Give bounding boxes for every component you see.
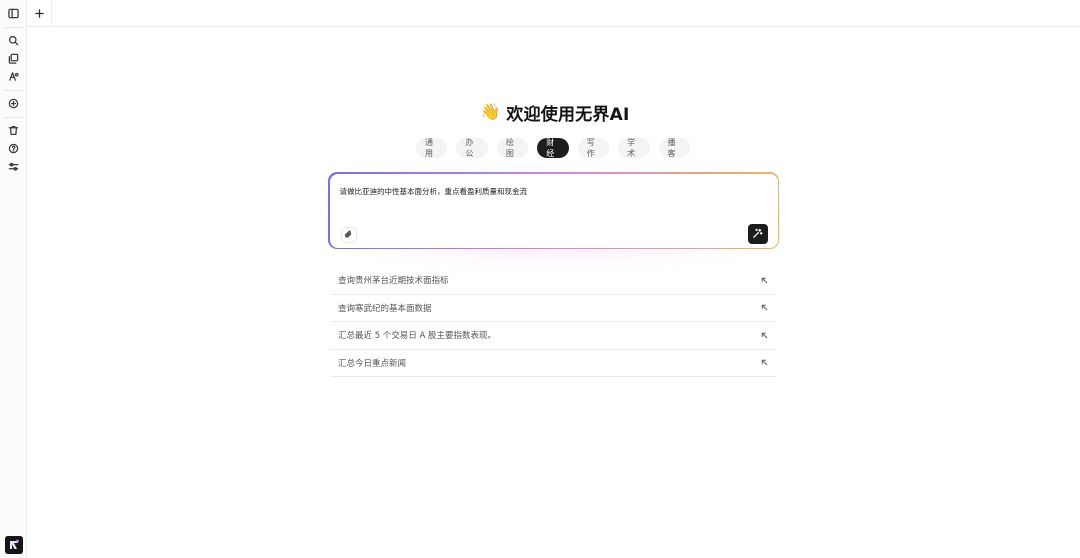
suggestion-item[interactable]: 汇总最近 5 个交易日 A 股主要指数表现。 [330, 322, 776, 350]
send-button[interactable] [747, 223, 768, 244]
copy-icon[interactable] [6, 51, 21, 66]
suggestion-list: 查询贵州茅台近期技术面指标 查询寒武纪的基本面数据 汇总最近 5 个交易日 A … [330, 267, 776, 377]
help-icon[interactable] [6, 141, 21, 156]
sidebar [0, 0, 27, 558]
tab-general[interactable]: 通用 [416, 138, 448, 158]
arrow-up-left-icon [761, 359, 768, 366]
waving-hand-emoji: 👋 [480, 102, 501, 121]
add-circle-icon[interactable] [6, 96, 21, 111]
tab-drawing[interactable]: 绘图 [496, 138, 529, 158]
tab-office[interactable]: 办公 [456, 138, 488, 158]
tab-podcast[interactable]: 播客 [658, 138, 690, 158]
arrow-up-left-icon [761, 277, 768, 284]
suggestion-item[interactable]: 汇总今日重点新闻 [330, 350, 776, 377]
page-title: 欢迎使用无界AI [506, 104, 630, 125]
agent-icon[interactable] [6, 69, 21, 84]
arrow-up-left-icon [761, 304, 768, 311]
settings-sliders-icon[interactable] [6, 159, 21, 174]
paperclip-icon [344, 230, 352, 238]
prompt-box-inner: 请做比亚迪的中性基本面分析，重点看盈利质量和现金流 [329, 173, 778, 248]
mode-tabs: 通用 办公 绘图 财经 写作 学术 播客 [416, 138, 690, 158]
new-tab-button[interactable] [27, 0, 52, 26]
suggestion-item[interactable]: 查询寒武纪的基本面数据 [330, 295, 776, 322]
tab-bar [27, 0, 1080, 27]
sidebar-divider [4, 117, 23, 118]
sidebar-divider [4, 90, 23, 91]
panel-toggle-icon[interactable] [6, 6, 21, 21]
sidebar-divider [4, 27, 23, 28]
plus-icon [34, 8, 44, 18]
search-icon[interactable] [6, 33, 21, 48]
suggestion-item[interactable]: 查询贵州茅台近期技术面指标 [330, 267, 776, 295]
suggestion-text: 查询寒武纪的基本面数据 [338, 303, 432, 314]
avatar[interactable] [5, 536, 23, 554]
welcome-heading: 👋 欢迎使用无界AI [460, 101, 650, 125]
prompt-input[interactable]: 请做比亚迪的中性基本面分析，重点看盈利质量和现金流 [340, 186, 528, 197]
suggestion-text: 查询贵州茅台近期技术面指标 [338, 276, 449, 287]
sparkle-wand-icon [753, 228, 763, 238]
trash-icon[interactable] [6, 123, 21, 138]
tab-finance[interactable]: 财经 [537, 138, 569, 158]
attach-button[interactable] [340, 226, 357, 243]
prompt-box: 请做比亚迪的中性基本面分析，重点看盈利质量和现金流 [328, 172, 779, 249]
arrow-up-left-icon [761, 332, 768, 339]
suggestion-text: 汇总今日重点新闻 [338, 358, 407, 369]
tab-writing[interactable]: 写作 [577, 138, 610, 158]
tab-academic[interactable]: 学术 [618, 138, 650, 158]
suggestion-text: 汇总最近 5 个交易日 A 股主要指数表现。 [338, 331, 497, 342]
